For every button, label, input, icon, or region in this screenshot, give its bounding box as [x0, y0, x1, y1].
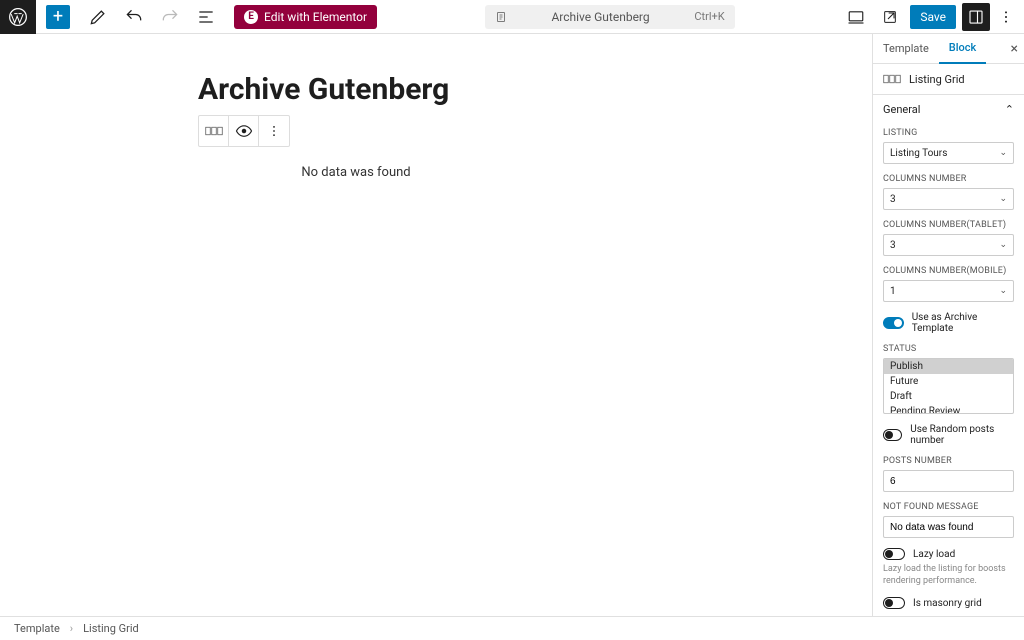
posts-number-input[interactable]: [883, 470, 1014, 492]
archive-template-toggle[interactable]: [883, 317, 904, 329]
status-label: Status: [883, 344, 1014, 354]
posts-number-label: Posts Number: [883, 456, 1014, 466]
block-type-icon[interactable]: [199, 116, 229, 146]
random-posts-toggle[interactable]: [883, 429, 902, 441]
not-found-label: Not Found Message: [883, 502, 1014, 512]
listing-grid-icon: [883, 72, 901, 86]
block-card: Listing Grid: [873, 64, 1024, 95]
columns-select[interactable]: 3⌄: [883, 188, 1014, 210]
edit-with-elementor-button[interactable]: E Edit with Elementor: [234, 5, 377, 29]
redo-button: [152, 0, 188, 34]
block-name: Listing Grid: [909, 73, 965, 86]
lazy-load-help: Lazy load the listing for boosts renderi…: [883, 564, 1014, 587]
columns-label: Columns Number: [883, 174, 1014, 184]
elementor-label: Edit with Elementor: [264, 10, 367, 24]
add-block-button[interactable]: +: [46, 5, 70, 29]
status-option-draft[interactable]: Draft: [884, 389, 1013, 404]
document-title-bar[interactable]: Archive Gutenberg Ctrl+K: [485, 5, 735, 29]
close-sidebar-button[interactable]: ×: [1011, 41, 1018, 57]
chevron-down-icon: ⌄: [999, 240, 1007, 250]
columns-tablet-select[interactable]: 3⌄: [883, 234, 1014, 256]
chevron-down-icon: ⌄: [999, 148, 1007, 158]
chevron-down-icon: ⌄: [999, 194, 1007, 204]
section-general: General ⌃ Listing Listing Tours⌄ Columns…: [873, 95, 1024, 616]
top-toolbar: + E Edit with Elementor Archive Gutenber…: [0, 0, 1024, 34]
more-options-button[interactable]: [996, 0, 1016, 34]
block-options-button[interactable]: [259, 116, 289, 146]
edit-mode-button[interactable]: [80, 0, 116, 34]
preview-icon[interactable]: [229, 116, 259, 146]
status-listbox[interactable]: Publish Future Draft Pending Review: [883, 358, 1014, 414]
view-desktop-button[interactable]: [842, 0, 870, 34]
block-toolbar: [198, 115, 290, 147]
listing-label: Listing: [883, 128, 1014, 138]
settings-sidebar: Template Block × Listing Grid General ⌃ …: [872, 34, 1024, 616]
tab-template[interactable]: Template: [873, 34, 939, 64]
view-site-button[interactable]: [876, 0, 904, 34]
archive-template-label: Use as Archive Template: [912, 312, 1014, 334]
page-title[interactable]: Archive Gutenberg: [198, 72, 872, 107]
columns-mobile-label: Columns Number(Mobile): [883, 266, 1014, 276]
columns-mobile-select[interactable]: 1⌄: [883, 280, 1014, 302]
status-option-future[interactable]: Future: [884, 374, 1013, 389]
breadcrumb-separator: ›: [70, 622, 73, 635]
template-icon: [495, 11, 507, 23]
chevron-down-icon: ⌄: [999, 286, 1007, 296]
breadcrumb-listing-grid[interactable]: Listing Grid: [83, 622, 139, 635]
random-posts-label: Use Random posts number: [910, 424, 1014, 446]
columns-tablet-label: Columns Number(Tablet): [883, 220, 1014, 230]
sidebar-tabs: Template Block ×: [873, 34, 1024, 64]
save-button[interactable]: Save: [910, 5, 956, 29]
not-found-input[interactable]: [883, 516, 1014, 538]
breadcrumb: Template › Listing Grid: [0, 616, 1024, 640]
masonry-label: Is masonry grid: [913, 598, 982, 609]
document-title: Archive Gutenberg: [515, 10, 687, 24]
document-overview-button[interactable]: [188, 0, 224, 34]
masonry-toggle[interactable]: [883, 597, 905, 609]
command-shortcut: Ctrl+K: [694, 10, 724, 23]
undo-button[interactable]: [116, 0, 152, 34]
listing-select[interactable]: Listing Tours⌄: [883, 142, 1014, 164]
lazy-load-toggle[interactable]: [883, 548, 905, 560]
tab-block[interactable]: Block: [939, 34, 986, 64]
wordpress-logo[interactable]: [0, 0, 36, 34]
elementor-icon: E: [244, 10, 258, 24]
lazy-load-label: Lazy load: [913, 549, 955, 560]
editor-canvas: Archive Gutenberg No data was found: [0, 34, 872, 616]
chevron-up-icon: ⌃: [1005, 103, 1014, 116]
breadcrumb-template[interactable]: Template: [14, 622, 60, 635]
no-data-message: No data was found: [0, 165, 712, 180]
section-general-toggle[interactable]: General ⌃: [873, 95, 1024, 124]
status-option-pending[interactable]: Pending Review: [884, 404, 1013, 414]
status-option-publish[interactable]: Publish: [884, 359, 1013, 374]
settings-panel-toggle[interactable]: [962, 3, 990, 31]
